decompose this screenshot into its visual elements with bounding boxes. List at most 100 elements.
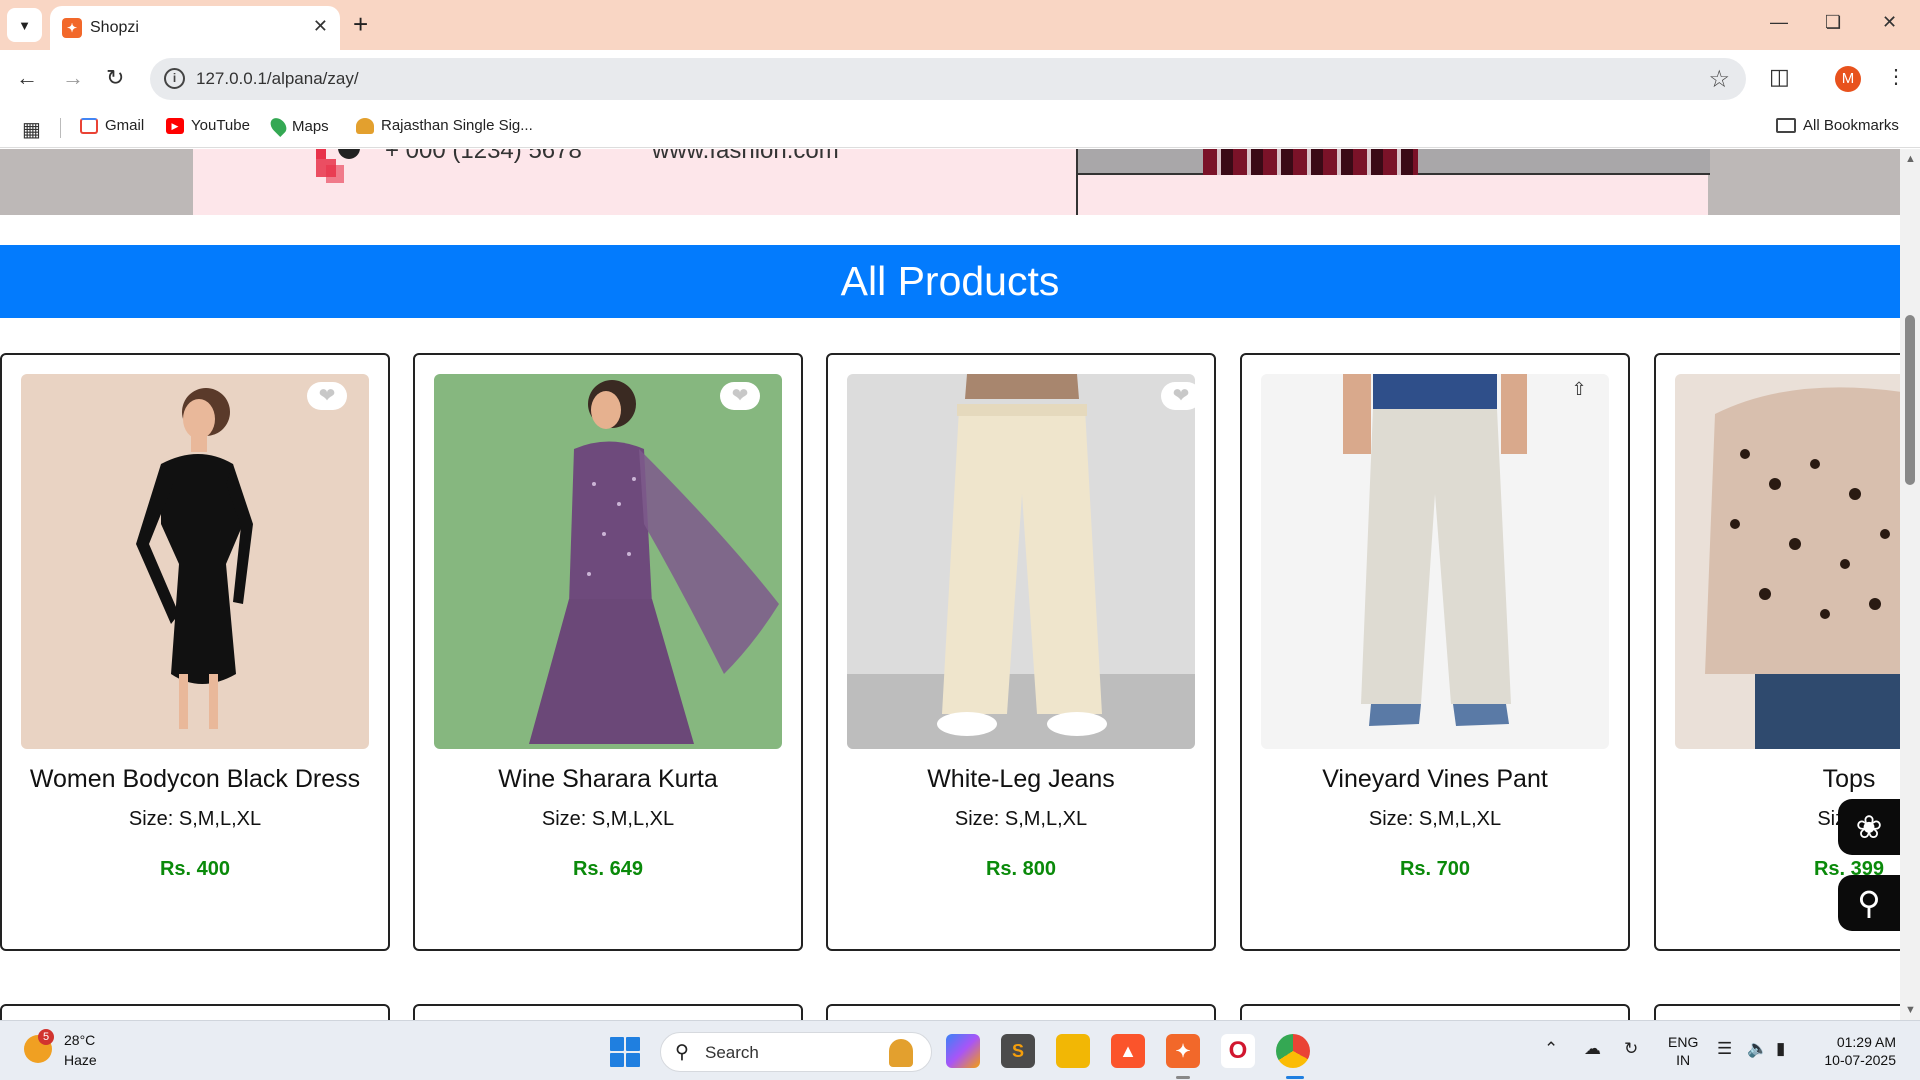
battery-icon[interactable]: ▮ xyxy=(1776,1039,1785,1059)
product-image-black-dress[interactable]: ❤ xyxy=(21,374,369,749)
product-card[interactable] xyxy=(826,1004,1216,1020)
product-image-white-jeans[interactable]: ❤ xyxy=(847,374,1195,749)
minimize-icon[interactable]: — xyxy=(1770,12,1788,33)
address-bar[interactable]: i 127.0.0.1/alpana/zay/ ☆ xyxy=(150,58,1746,100)
tab-search-button[interactable]: ▼ xyxy=(7,8,42,42)
banner-phone-text: + 000 (1234) 5678 xyxy=(385,149,582,164)
product-card[interactable]: ❤ Women Bodycon Black Dress Size: S,M,L,… xyxy=(0,353,390,951)
youtube-icon: ▶ xyxy=(166,117,184,134)
weather-condition[interactable]: Haze xyxy=(64,1052,97,1068)
white-jeans-illustration xyxy=(847,374,1195,749)
product-price: Rs. 800 xyxy=(985,858,1057,880)
wishlist-heart-icon[interactable]: ❤ xyxy=(720,382,760,410)
windows-taskbar: 5 28°C Haze ⚲ Search S ▲ ✦ O ⌃ ☁ ↻ ENG I… xyxy=(0,1020,1920,1080)
profile-avatar[interactable]: M xyxy=(1835,66,1861,92)
copilot-icon[interactable] xyxy=(946,1034,980,1068)
product-card[interactable]: ❤ White-Leg Jeans Size: S,M,L,XL Rs. 800 xyxy=(826,353,1216,951)
language-indicator[interactable]: ENG IN xyxy=(1668,1033,1698,1069)
show-hidden-icons-chevron-icon[interactable]: ⌃ xyxy=(1544,1039,1558,1059)
bookmark-label: YouTube xyxy=(191,117,250,134)
browser-tab-active[interactable]: ✦ Shopzi ✕ xyxy=(50,6,340,50)
region-code: IN xyxy=(1676,1052,1691,1068)
code-search-button[interactable]: ⚲ xyxy=(1838,875,1900,931)
product-card[interactable]: Tops Size: S Rs. 399 xyxy=(1654,353,1900,951)
product-name[interactable]: Wine Sharara Kurta xyxy=(415,765,801,794)
sublime-text-icon[interactable]: S xyxy=(1001,1034,1035,1068)
tab-title: Shopzi xyxy=(90,19,139,36)
xampp-favicon-icon: ✦ xyxy=(62,18,82,38)
opera-icon[interactable]: O xyxy=(1221,1034,1255,1068)
bookmark-star-icon[interactable]: ☆ xyxy=(1708,65,1730,94)
browser-toolbar: ← → ↻ i 127.0.0.1/alpana/zay/ ☆ ◫ ⋮ xyxy=(0,50,1920,108)
black-dress-illustration xyxy=(136,388,253,729)
close-tab-icon[interactable]: ✕ xyxy=(313,16,328,37)
product-card[interactable]: ⇧ Vineyard Vines Pant Size: S,M,L,XL Rs.… xyxy=(1240,353,1630,951)
search-highlight-icon xyxy=(889,1039,913,1067)
scrollbar-thumb[interactable] xyxy=(1905,315,1915,485)
leopard-top-illustration xyxy=(1705,387,1900,749)
weather-temperature[interactable]: 28°C xyxy=(64,1032,95,1048)
product-price: Rs. 649 xyxy=(572,858,644,880)
banner-model-photo xyxy=(1076,149,1710,215)
gmail-icon xyxy=(80,117,98,134)
close-window-icon[interactable]: ✕ xyxy=(1882,12,1897,33)
address-url[interactable]: 127.0.0.1/alpana/zay/ xyxy=(196,69,359,89)
wishlist-heart-icon[interactable]: ❤ xyxy=(1161,382,1195,410)
back-arrow-icon[interactable]: ← xyxy=(16,65,38,91)
clock-time: 01:29 AM xyxy=(1836,1034,1896,1050)
bookmarks-divider xyxy=(60,118,61,138)
apps-grid-icon[interactable]: ▦ xyxy=(22,117,41,142)
reload-icon[interactable]: ↻ xyxy=(106,65,124,91)
chrome-icon[interactable] xyxy=(1276,1034,1310,1068)
taskbar-search[interactable]: ⚲ Search xyxy=(660,1032,932,1072)
product-card[interactable]: ❤ Wine Sharara Kurta Size: S,M,L,XL Rs. … xyxy=(413,353,803,951)
product-card[interactable] xyxy=(1240,1004,1630,1020)
plaid-shirt-image xyxy=(1203,149,1418,175)
product-card[interactable] xyxy=(413,1004,803,1020)
share-icon[interactable]: ⇧ xyxy=(1567,379,1591,403)
scroll-up-arrow-icon[interactable]: ▲ xyxy=(1905,153,1916,165)
all-bookmarks-label: All Bookmarks xyxy=(1803,117,1899,134)
scroll-down-arrow-icon[interactable]: ▼ xyxy=(1905,1004,1916,1016)
forward-arrow-icon[interactable]: → xyxy=(62,65,84,91)
product-card[interactable] xyxy=(0,1004,390,1020)
product-name[interactable]: White-Leg Jeans xyxy=(828,765,1214,794)
wifi-icon[interactable]: ☰ xyxy=(1717,1039,1732,1059)
clock-date: 10-07-2025 xyxy=(1824,1052,1896,1068)
file-explorer-icon[interactable] xyxy=(1056,1034,1090,1068)
chevron-down-icon: ▼ xyxy=(18,17,31,33)
bookmark-gmail[interactable]: Gmail xyxy=(80,117,144,134)
new-tab-button[interactable]: + xyxy=(353,10,368,38)
brave-browser-icon[interactable]: ▲ xyxy=(1111,1034,1145,1068)
start-windows-icon[interactable] xyxy=(610,1037,640,1067)
bookmark-rajasthan[interactable]: Rajasthan Single Sig... xyxy=(356,117,533,134)
product-size: Size: S,M,L,XL xyxy=(541,808,675,830)
bookmark-youtube[interactable]: ▶ YouTube xyxy=(166,117,250,134)
onedrive-cloud-icon[interactable]: ☁ xyxy=(1584,1039,1601,1059)
banner-panel: + 000 (1234) 5678 www.fashion.com xyxy=(193,149,1710,215)
bookmark-label: Rajasthan Single Sig... xyxy=(381,117,533,134)
product-image-vineyard-pant[interactable]: ⇧ xyxy=(1261,374,1609,749)
xampp-icon[interactable]: ✦ xyxy=(1166,1034,1200,1068)
product-name[interactable]: Tops xyxy=(1656,765,1900,794)
page-scrollbar[interactable]: ▲ ▼ xyxy=(1900,149,1920,1020)
extensions-puzzle-icon[interactable]: ◫ xyxy=(1769,64,1790,90)
product-size: Size: S,M,L,XL xyxy=(954,808,1088,830)
product-name[interactable]: Women Bodycon Black Dress xyxy=(2,765,388,794)
system-clock[interactable]: 01:29 AM 10-07-2025 xyxy=(1816,1033,1896,1069)
site-info-icon[interactable]: i xyxy=(164,68,185,89)
product-name[interactable]: Vineyard Vines Pant xyxy=(1242,765,1628,794)
bookmark-maps[interactable]: Maps xyxy=(267,115,329,137)
menu-dots-icon[interactable]: ⋮ xyxy=(1886,64,1906,89)
hero-banner: + 000 (1234) 5678 www.fashion.com xyxy=(0,149,1900,215)
chat-assistant-button[interactable]: ❀ xyxy=(1838,799,1900,855)
wishlist-heart-icon[interactable]: ❤ xyxy=(307,382,347,410)
restore-icon[interactable]: ❏ xyxy=(1825,12,1841,33)
volume-icon[interactable]: 🔈 xyxy=(1747,1039,1768,1059)
product-image-sharara-kurta[interactable]: ❤ xyxy=(434,374,782,749)
maps-pin-icon xyxy=(267,115,290,137)
sync-icon[interactable]: ↻ xyxy=(1624,1039,1638,1059)
product-card[interactable] xyxy=(1654,1004,1900,1020)
all-bookmarks-folder[interactable]: All Bookmarks xyxy=(1776,117,1899,134)
product-image-tops[interactable] xyxy=(1675,374,1900,749)
